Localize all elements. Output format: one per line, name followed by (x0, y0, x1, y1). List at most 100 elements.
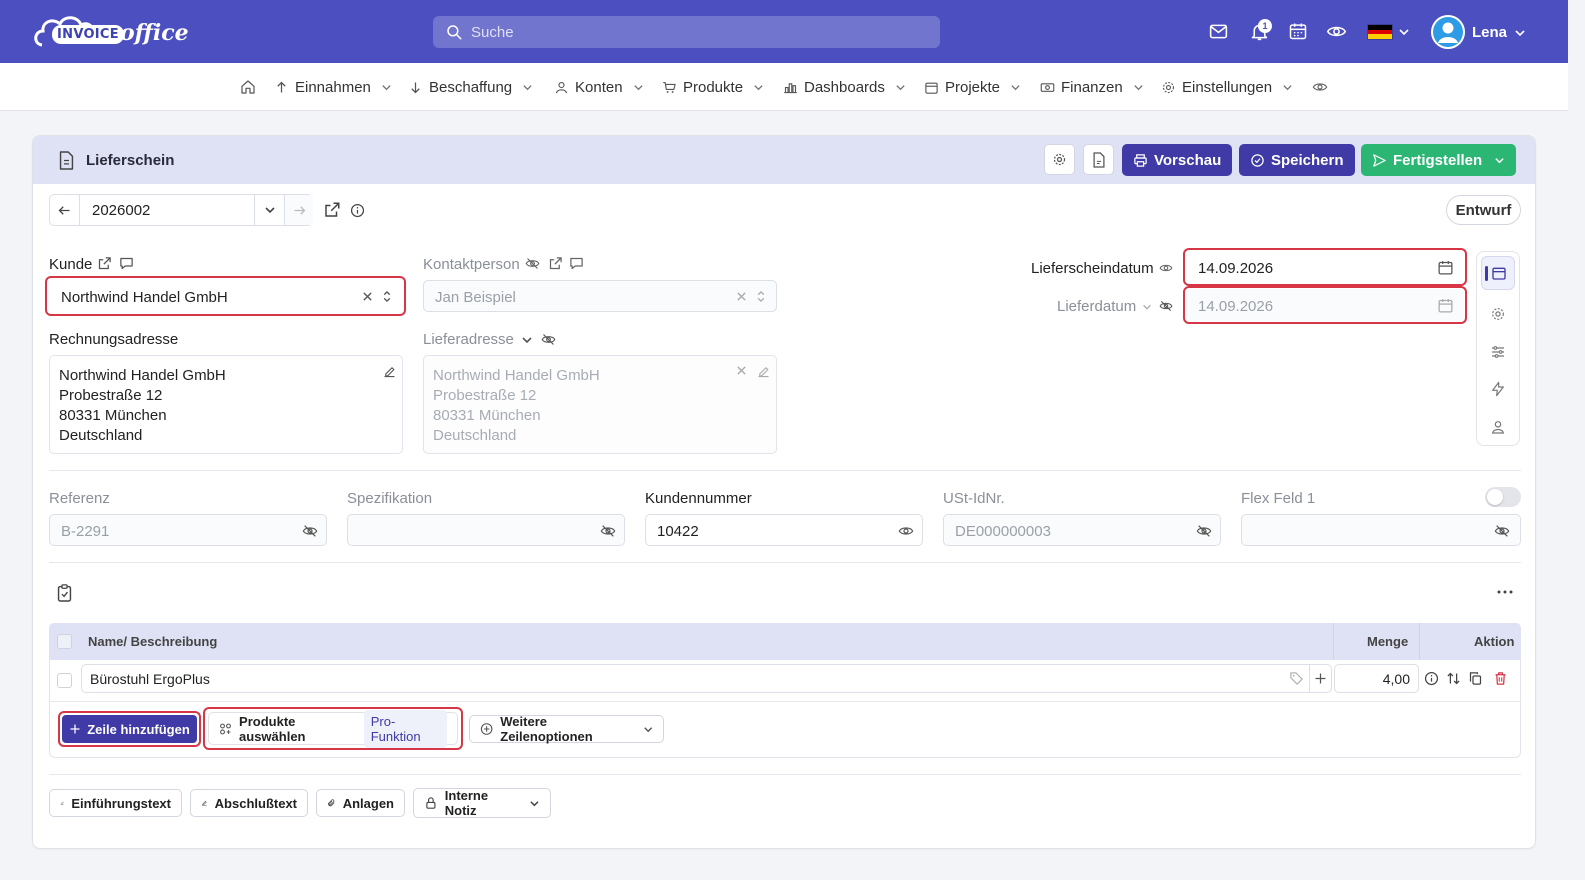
chevron-down-icon[interactable] (521, 334, 533, 346)
number-dropdown-button[interactable] (254, 195, 284, 225)
search-icon (447, 25, 462, 40)
eye-off-icon[interactable] (1159, 299, 1173, 313)
lieferscheindatum-input[interactable]: 14.09.2026 (1186, 251, 1464, 283)
kundennummer-input[interactable]: 10422 (645, 514, 923, 546)
chevron-down-icon (633, 85, 643, 91)
row-qty-input[interactable]: 4,00 (1334, 664, 1419, 693)
language-chevron-down-icon[interactable] (1398, 26, 1410, 38)
nav-item-einnahmen[interactable]: Einnahmen (274, 79, 392, 96)
nav-item-dashboards[interactable]: Dashboards (783, 79, 906, 96)
eye-off-icon[interactable] (302, 523, 318, 539)
comment-icon[interactable] (569, 256, 584, 271)
chevron-down-icon (896, 85, 905, 91)
status-badge[interactable]: Entwurf (1446, 195, 1521, 225)
eye-off-icon[interactable] (1196, 523, 1212, 539)
select-products-button[interactable]: Produkte auswählen Pro-Funktion (208, 709, 458, 748)
sidebar-dates-button[interactable] (1481, 256, 1515, 290)
next-document-button[interactable] (284, 195, 313, 225)
avatar[interactable] (1431, 15, 1465, 49)
app-logo[interactable]: INVOICE office (32, 12, 189, 52)
lieferdatum-input[interactable]: 14.09.2026 (1186, 289, 1464, 321)
external-link-icon[interactable] (548, 256, 563, 271)
pdf-button[interactable] (1083, 144, 1114, 175)
nav-item-projekte[interactable]: Projekte (924, 79, 1021, 96)
closing-text-button[interactable]: Abschlußtext (190, 789, 308, 817)
external-link-icon[interactable] (97, 256, 112, 271)
eye-off-icon[interactable] (1494, 523, 1510, 539)
german-flag-icon[interactable] (1367, 24, 1393, 40)
clear-icon[interactable] (736, 291, 747, 302)
ustid-value: DE000000003 (955, 523, 1051, 540)
referenz-input[interactable]: B-2291 (49, 514, 327, 546)
calendar-icon[interactable] (1288, 21, 1308, 41)
eye-off-icon[interactable] (525, 256, 540, 271)
copy-icon[interactable] (1468, 671, 1483, 686)
spezifikation-input[interactable] (347, 514, 625, 546)
info-icon[interactable] (350, 203, 365, 218)
external-link-icon[interactable] (323, 201, 341, 219)
row-name-input[interactable]: Bürostuhl ErgoPlus (81, 664, 1332, 693)
more-row-options-button[interactable]: Weitere Zeilenoptionen (469, 714, 664, 744)
user-name[interactable]: Lena (1472, 24, 1507, 41)
select-products-label: Produkte auswählen (239, 713, 306, 744)
eye-icon[interactable] (1159, 261, 1173, 275)
plus-circle-icon (480, 723, 493, 735)
document-number-selector[interactable]: 2026002 (49, 194, 313, 226)
liefer-address-box[interactable]: Northwind Handel GmbH Probestraße 12 803… (423, 355, 777, 454)
clear-icon[interactable] (362, 291, 373, 302)
calendar-icon[interactable] (1437, 259, 1454, 276)
nav-item-konten[interactable]: Konten (554, 79, 644, 96)
kontakt-select[interactable]: Jan Beispiel (423, 280, 777, 312)
finish-button[interactable]: Fertigstellen (1361, 144, 1517, 176)
plus-icon[interactable] (1313, 671, 1328, 686)
trash-icon[interactable] (1493, 671, 1508, 686)
attachments-button[interactable]: Anlagen (316, 789, 405, 817)
previous-document-button[interactable] (50, 195, 80, 225)
nav-item-finanzen[interactable]: Finanzen (1040, 79, 1144, 96)
select-all-checkbox[interactable] (57, 634, 72, 649)
eye-off-icon[interactable] (541, 332, 556, 347)
home-icon[interactable] (240, 79, 256, 95)
tag-icon[interactable] (1289, 671, 1304, 686)
eye-off-icon[interactable] (600, 523, 616, 539)
search-bar[interactable] (433, 16, 940, 48)
search-input[interactable] (471, 16, 911, 48)
eye-icon[interactable] (1326, 21, 1347, 42)
delivery-note-card: Lieferschein Vorschau Speichern Fertigst… (32, 135, 1536, 849)
row-checkbox[interactable] (57, 673, 72, 688)
nav-item-einstellungen[interactable]: Einstellungen (1161, 79, 1293, 96)
sliders-icon[interactable] (1490, 344, 1506, 360)
settings-button[interactable] (1044, 144, 1075, 175)
edit-icon[interactable] (382, 364, 397, 379)
internal-note-button[interactable]: Interne Notiz (413, 788, 551, 818)
flexfeld-input[interactable] (1241, 514, 1521, 546)
kunde-select[interactable]: Northwind Handel GmbH (49, 280, 402, 312)
edit-icon[interactable] (756, 364, 771, 379)
flexfeld-toggle[interactable] (1485, 487, 1521, 507)
clear-icon[interactable] (736, 365, 747, 376)
intro-text-button[interactable]: Einführungstext (49, 789, 182, 817)
chevron-down-icon[interactable] (1142, 302, 1152, 312)
nav-item-produkte[interactable]: Produkte (662, 79, 764, 96)
reorder-icon[interactable] (1446, 671, 1461, 686)
add-row-button[interactable]: Zeile hinzufügen (62, 715, 197, 743)
ustid-input[interactable]: DE000000003 (943, 514, 1221, 546)
comment-icon[interactable] (119, 256, 134, 271)
preview-button[interactable]: Vorschau (1122, 144, 1233, 176)
save-button[interactable]: Speichern (1239, 144, 1355, 176)
chevron-down-icon (1011, 85, 1020, 91)
eye-icon[interactable] (1312, 79, 1328, 95)
nav-item-beschaffung[interactable]: Beschaffung (408, 79, 533, 96)
user-icon[interactable] (1490, 419, 1506, 435)
eye-icon[interactable] (898, 523, 914, 539)
gear-icon[interactable] (1490, 306, 1506, 322)
calendar-icon[interactable] (1437, 297, 1454, 314)
mail-icon[interactable] (1208, 21, 1229, 42)
logo-invoice-text: INVOICE (52, 25, 124, 44)
rechnung-address-box[interactable]: Northwind Handel GmbH Probestraße 12 803… (49, 355, 403, 454)
info-icon[interactable] (1424, 671, 1439, 686)
user-menu-chevron-down-icon[interactable] (1514, 27, 1526, 39)
lightning-icon[interactable] (1490, 381, 1506, 397)
clipboard-check-icon[interactable] (56, 583, 73, 602)
more-options-icon[interactable] (1497, 589, 1513, 595)
